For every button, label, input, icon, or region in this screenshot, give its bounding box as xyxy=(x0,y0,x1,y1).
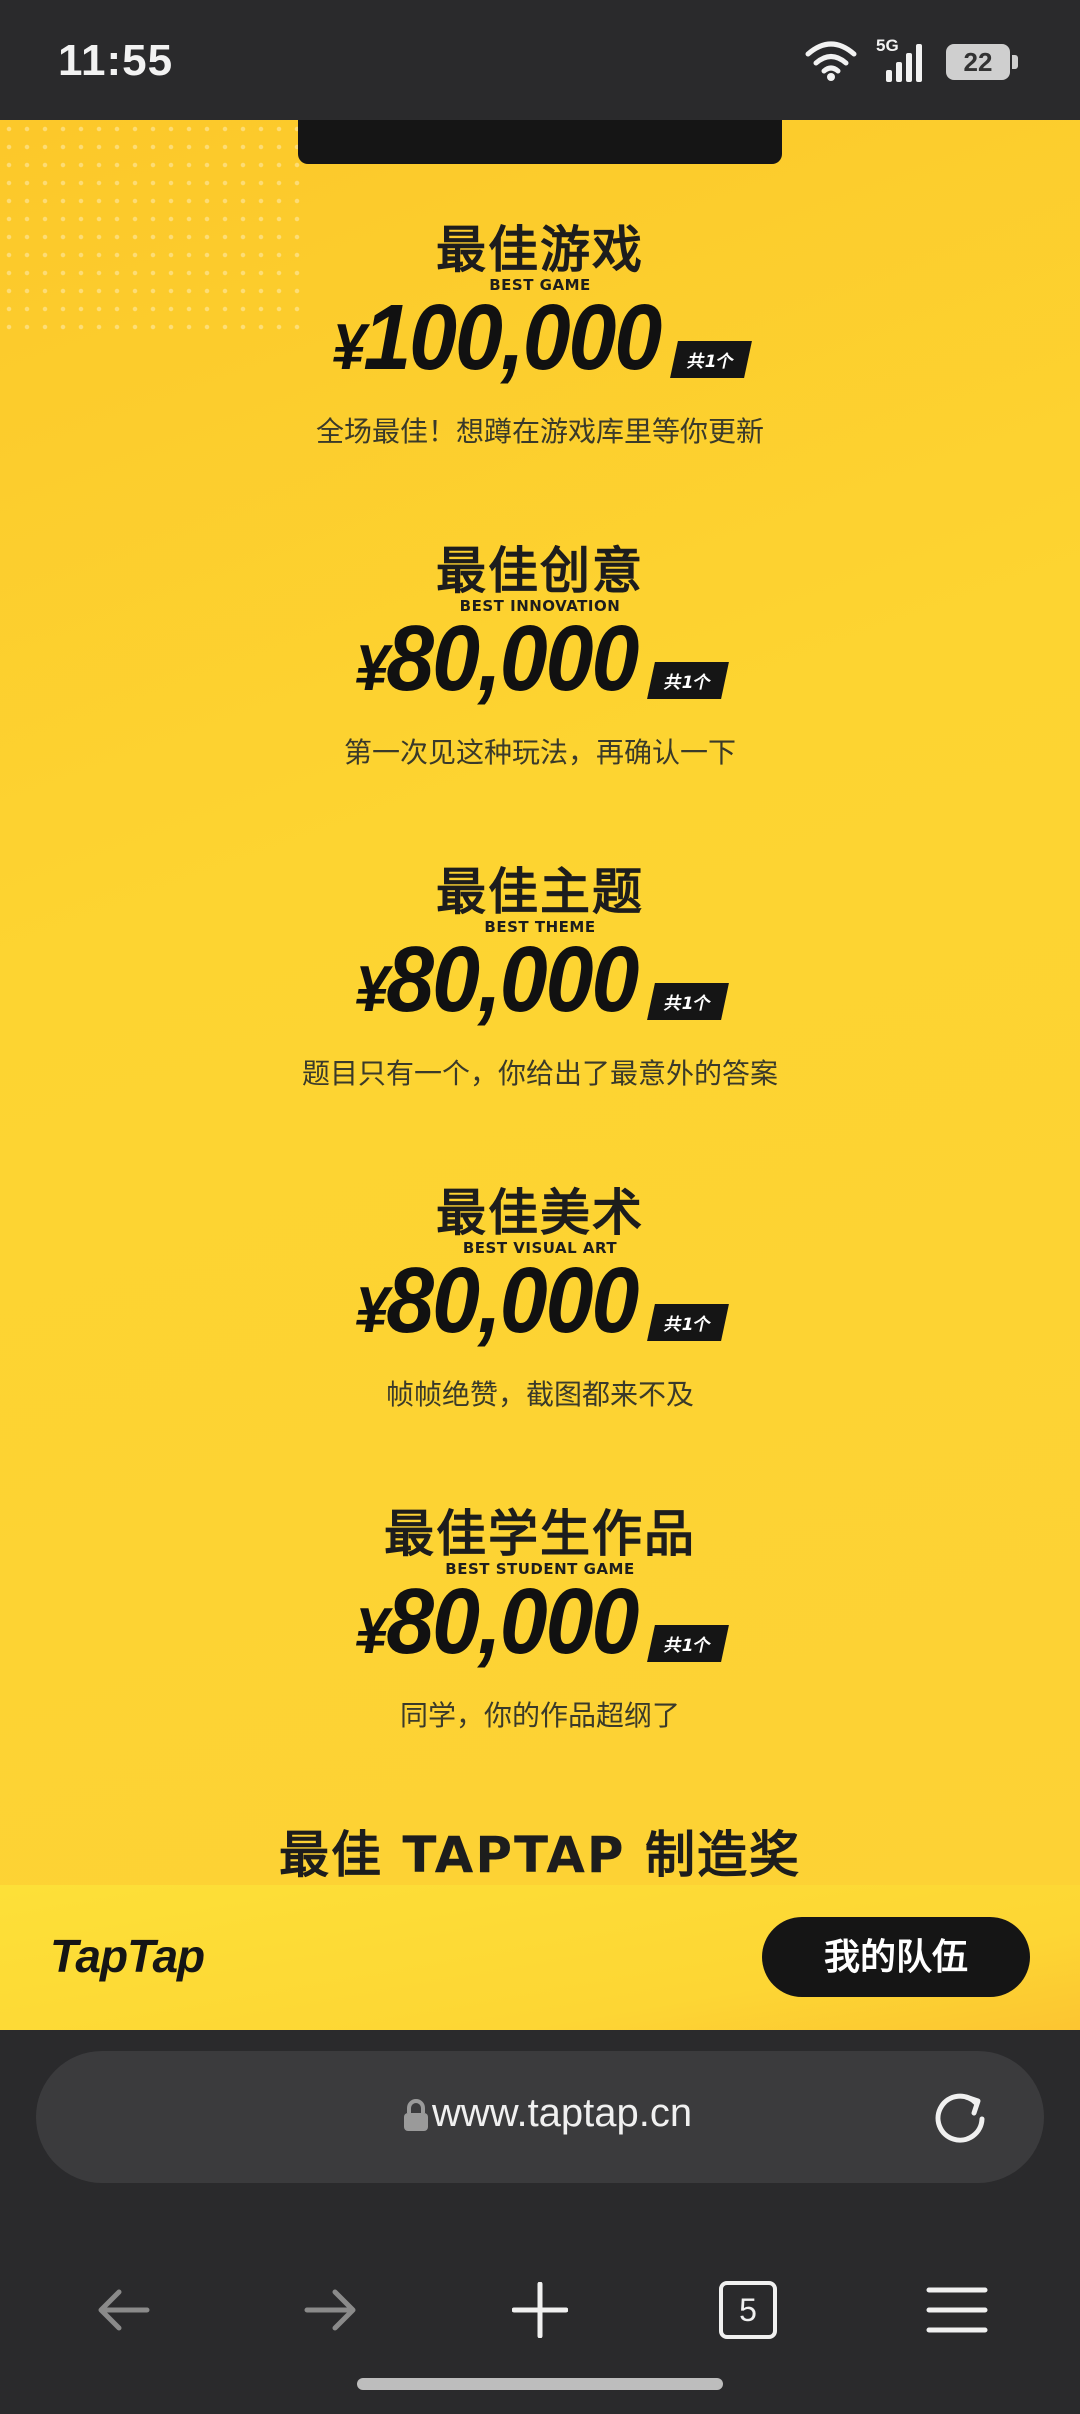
currency-symbol: ¥ xyxy=(354,952,388,1025)
prize-amount: ¥80,000 xyxy=(354,1569,639,1680)
browser-toolbar: www.taptap.cn 5 xyxy=(0,2030,1080,2414)
back-arrow-icon[interactable] xyxy=(88,2275,158,2345)
prize-amount: ¥80,000 xyxy=(354,1248,639,1359)
prize-row: ¥80,000 共1个 xyxy=(0,610,1080,713)
currency-symbol: ¥ xyxy=(354,1273,388,1346)
home-indicator[interactable] xyxy=(357,2378,723,2390)
new-tab-plus-icon[interactable] xyxy=(505,2275,575,2345)
status-time: 11:55 xyxy=(58,36,174,85)
count-badge: 共1个 xyxy=(670,341,752,378)
prize-value: 100,000 xyxy=(363,285,662,390)
award-title: 最佳游戏 xyxy=(436,221,644,279)
prize-row: ¥80,000 共1个 xyxy=(0,1573,1080,1676)
award-description: 帧帧绝赞，截图都来不及 xyxy=(385,1378,694,1411)
status-bar: 11:55 5G 22 xyxy=(0,0,1080,120)
prize-row: ¥80,000 共1个 xyxy=(0,1252,1080,1355)
prize-amount: ¥80,000 xyxy=(354,606,639,717)
count-badge: 共1个 xyxy=(647,662,730,699)
prize-value: 80,000 xyxy=(386,1569,639,1674)
currency-symbol: ¥ xyxy=(331,310,365,383)
url-text[interactable]: www.taptap.cn xyxy=(432,2091,832,2136)
award-title: 最佳 TAPTAP 制造奖 xyxy=(279,1826,801,1884)
award-best-innovation: 最佳创意 BEST INNOVATION ¥80,000 共1个 第一次见这种玩… xyxy=(0,541,1080,771)
count-badge: 共1个 xyxy=(647,983,730,1020)
tab-count: 5 xyxy=(719,2281,777,2339)
my-team-button[interactable]: 我的队伍 xyxy=(762,1917,1030,1997)
count-badge: 共1个 xyxy=(647,1304,730,1341)
prize-amount: ¥100,000 xyxy=(331,285,662,396)
top-banner-image xyxy=(298,120,782,164)
prize-row: ¥100,000 共1个 xyxy=(0,289,1080,392)
forward-arrow-icon[interactable] xyxy=(296,2275,366,2345)
wifi-icon xyxy=(804,38,858,86)
browser-nav-row: 5 xyxy=(0,2245,1080,2385)
lock-icon xyxy=(402,2099,430,2133)
status-icons: 5G 22 xyxy=(804,34,1018,90)
award-description: 全场最佳！想蹲在游戏库里等你更新 xyxy=(315,415,764,448)
currency-symbol: ¥ xyxy=(354,631,388,704)
taptap-logo[interactable]: TapTap xyxy=(50,1929,205,1983)
reload-icon[interactable] xyxy=(930,2087,990,2147)
award-best-visual-art: 最佳美术 BEST VISUAL ART ¥80,000 共1个 帧帧绝赞，截图… xyxy=(0,1183,1080,1413)
tabs-icon[interactable]: 5 xyxy=(713,2275,783,2345)
award-best-student-game: 最佳学生作品 BEST STUDENT GAME ¥80,000 共1个 同学，… xyxy=(0,1504,1080,1734)
award-best-taptap-maker: 最佳 TAPTAP 制造奖 xyxy=(0,1825,1080,1885)
award-description: 第一次见这种玩法，再确认一下 xyxy=(343,736,736,769)
currency-symbol: ¥ xyxy=(354,1594,388,1667)
battery-icon: 22 xyxy=(946,44,1018,80)
prize-value: 80,000 xyxy=(386,1248,639,1353)
prize-row: ¥80,000 共1个 xyxy=(0,931,1080,1034)
award-title: 最佳学生作品 xyxy=(384,1505,696,1563)
award-best-theme: 最佳主题 BEST THEME ¥80,000 共1个 题目只有一个，你给出了最… xyxy=(0,862,1080,1092)
prize-value: 80,000 xyxy=(386,606,639,711)
menu-icon[interactable] xyxy=(922,2275,992,2345)
prize-value: 80,000 xyxy=(386,927,639,1032)
award-best-game: 最佳游戏 BEST GAME ¥100,000 共1个 全场最佳！想蹲在游戏库里… xyxy=(0,220,1080,450)
award-title: 最佳创意 xyxy=(436,542,644,600)
web-content: 最佳游戏 BEST GAME ¥100,000 共1个 全场最佳！想蹲在游戏库里… xyxy=(0,120,1080,1885)
address-bar[interactable]: www.taptap.cn xyxy=(36,2051,1044,2183)
footer-bar: TapTap 我的队伍 xyxy=(0,1885,1080,2030)
award-title: 最佳美术 xyxy=(436,1184,644,1242)
prize-amount: ¥80,000 xyxy=(354,927,639,1038)
award-description: 题目只有一个，你给出了最意外的答案 xyxy=(301,1057,778,1090)
signal-icon: 5G xyxy=(876,36,928,84)
award-title: 最佳主题 xyxy=(436,863,644,921)
award-description: 同学，你的作品超纲了 xyxy=(399,1699,680,1732)
count-badge: 共1个 xyxy=(647,1625,730,1662)
